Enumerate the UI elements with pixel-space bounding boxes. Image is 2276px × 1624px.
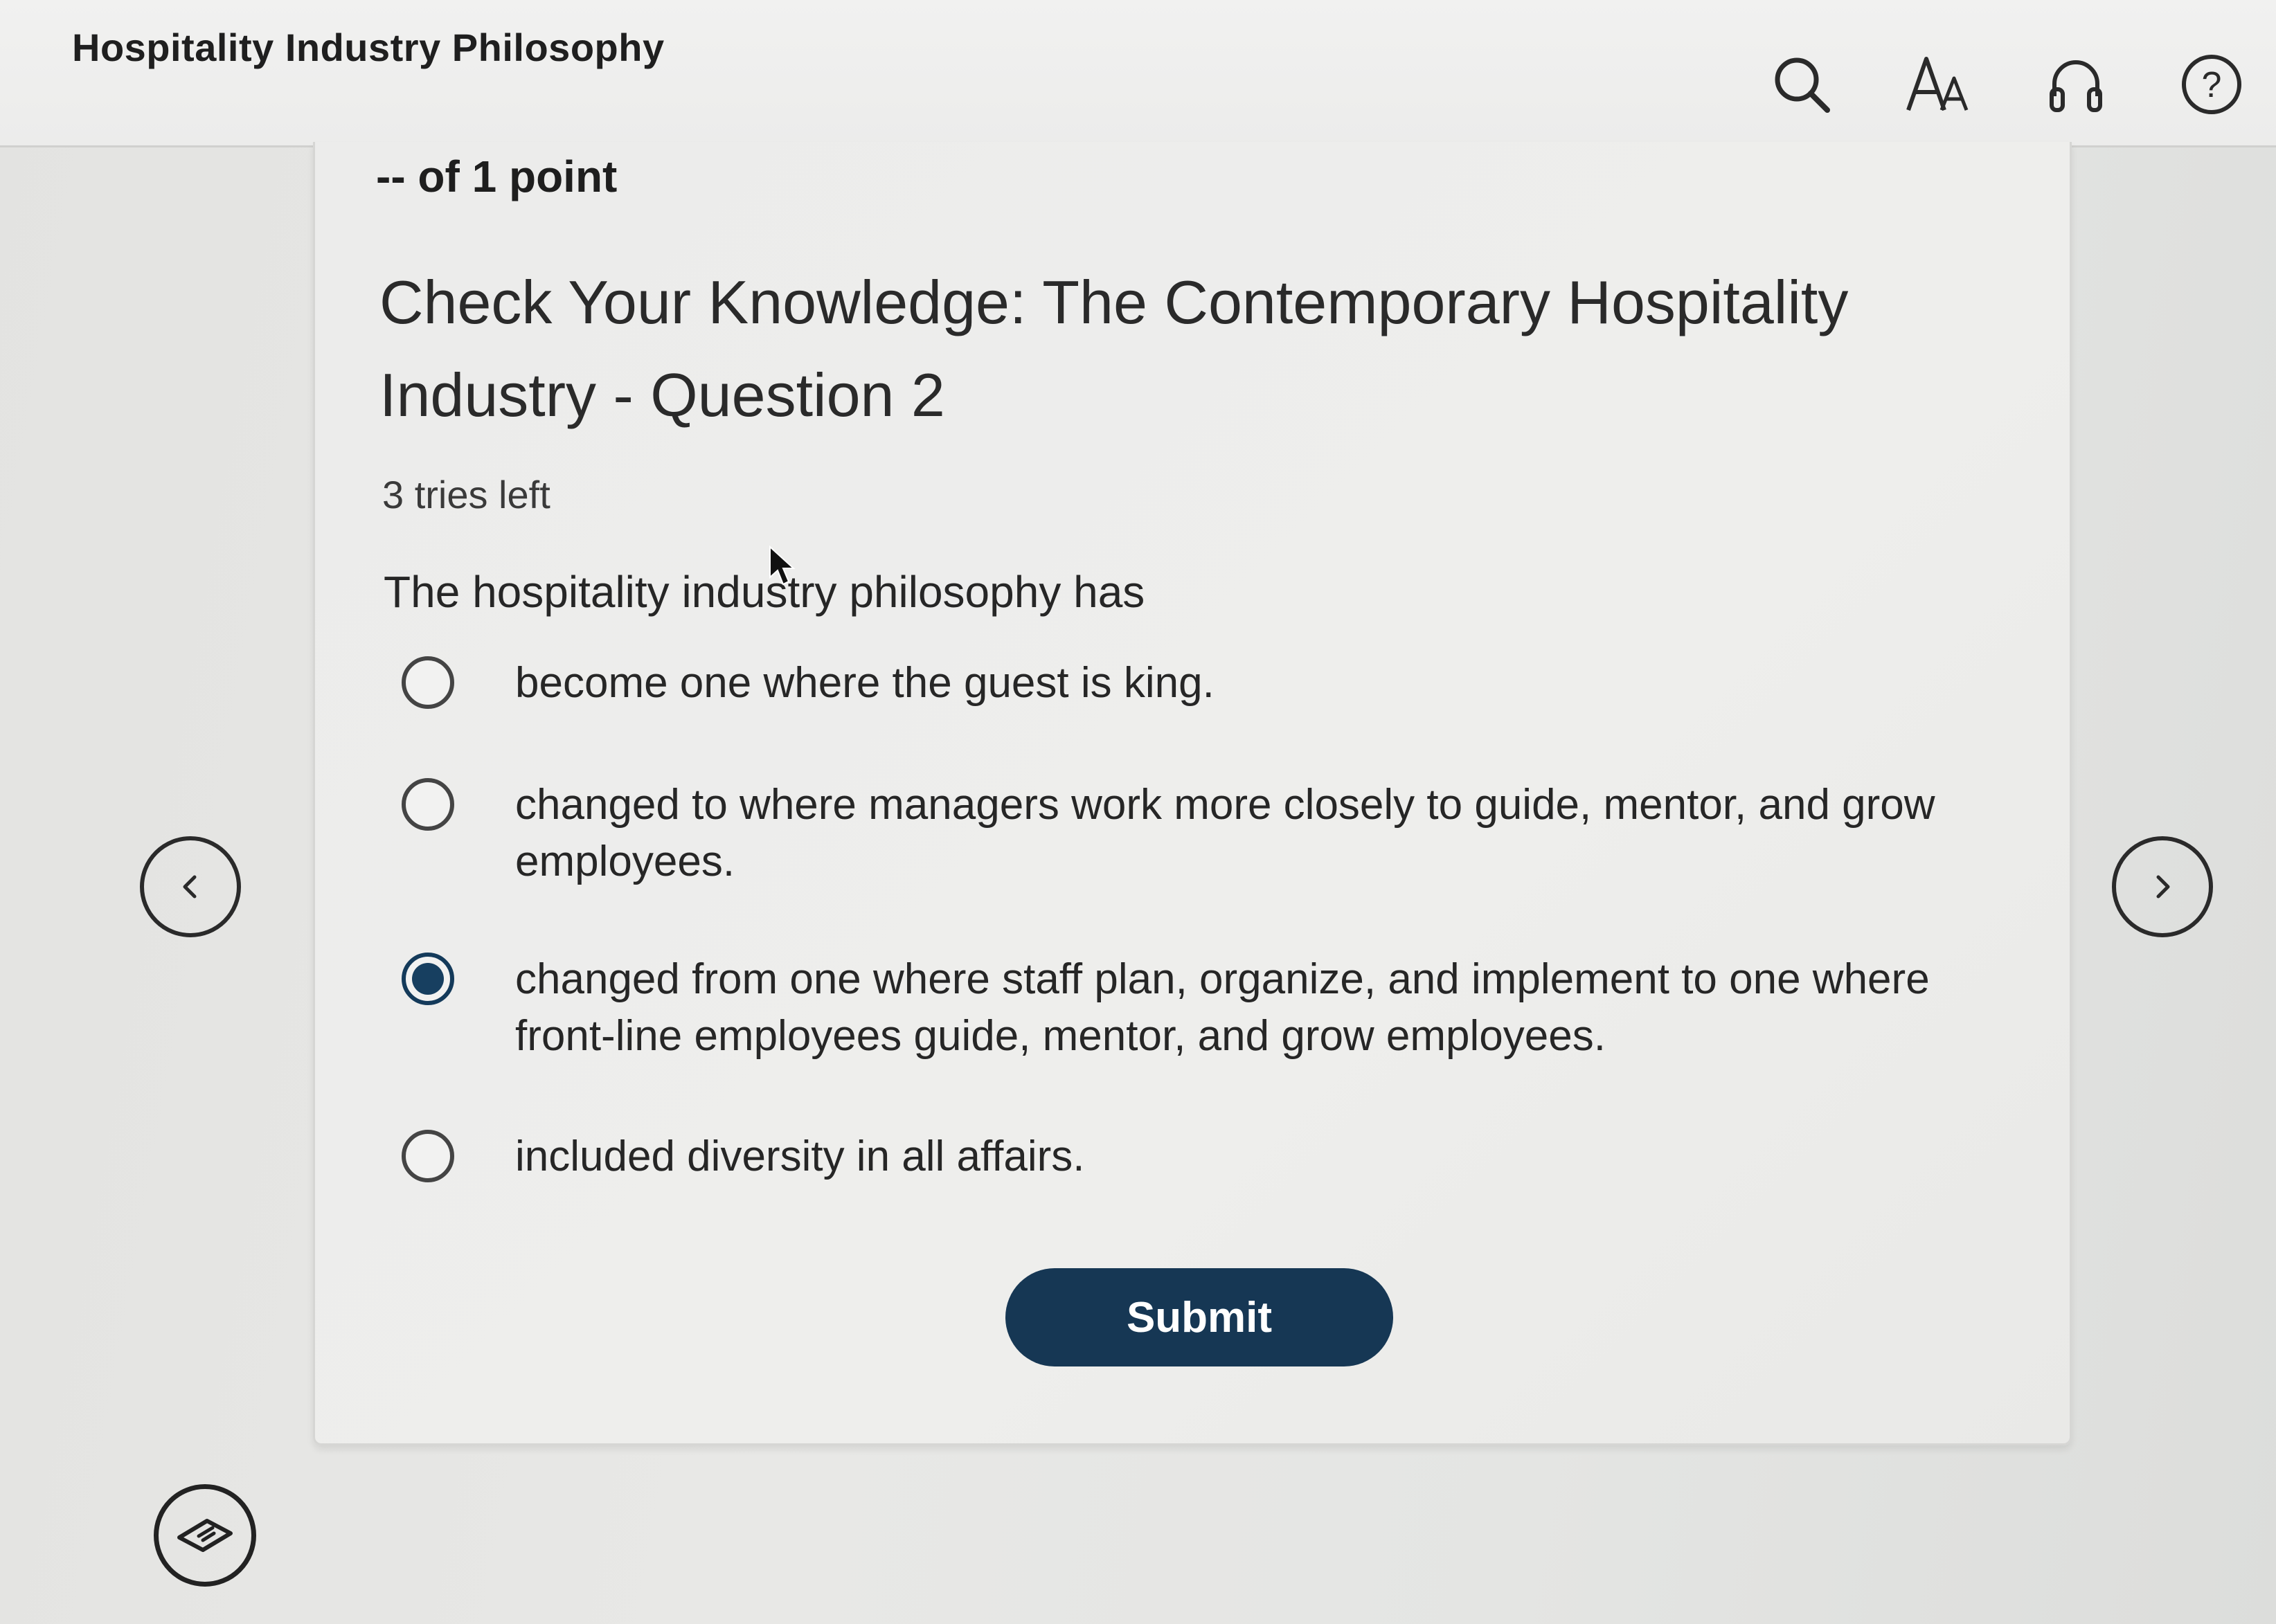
tries-left: 3 tries left <box>382 473 550 516</box>
option-3[interactable]: changed from one where staff plan, organ… <box>402 951 1980 1065</box>
radio-button[interactable] <box>402 778 454 831</box>
option-1[interactable]: become one where the guest is king. <box>402 655 1980 712</box>
radio-button[interactable] <box>402 656 454 709</box>
next-button[interactable] <box>2112 836 2213 937</box>
help-icon[interactable]: ? <box>2177 50 2246 119</box>
svg-text:?: ? <box>2202 65 2222 105</box>
chevron-left-icon <box>183 875 197 899</box>
question-prompt: The hospitality industry philosophy has <box>384 567 1145 617</box>
book-icon <box>177 1519 233 1552</box>
submit-button[interactable]: Submit <box>1005 1268 1393 1366</box>
option-label: changed to where managers work more clos… <box>515 781 1935 885</box>
text-size-icon[interactable] <box>1904 50 1973 119</box>
question-title: Check Your Knowledge: The Contemporary H… <box>379 268 1849 429</box>
headphones-icon[interactable] <box>2041 50 2111 119</box>
previous-button[interactable] <box>140 836 241 937</box>
option-2[interactable]: changed to where managers work more clos… <box>402 777 1980 890</box>
mouse-cursor-icon <box>769 545 796 590</box>
option-4[interactable]: included diversity in all affairs. <box>402 1128 1980 1185</box>
chevron-right-icon <box>2156 875 2170 899</box>
points-label: -- of 1 point <box>376 152 618 201</box>
option-label: become one where the guest is king. <box>515 659 1215 707</box>
search-icon[interactable] <box>1767 50 1836 119</box>
radio-button[interactable] <box>402 1130 454 1182</box>
radio-button-selected[interactable] <box>402 953 454 1005</box>
app-title: Hospitality Industry Philosophy <box>72 26 665 69</box>
top-bar: Hospitality Industry Philosophy ? <box>0 0 2276 147</box>
option-label: changed from one where staff plan, organ… <box>515 955 1930 1060</box>
option-label: included diversity in all affairs. <box>515 1133 1085 1180</box>
bottom-menu-button[interactable] <box>154 1484 256 1587</box>
